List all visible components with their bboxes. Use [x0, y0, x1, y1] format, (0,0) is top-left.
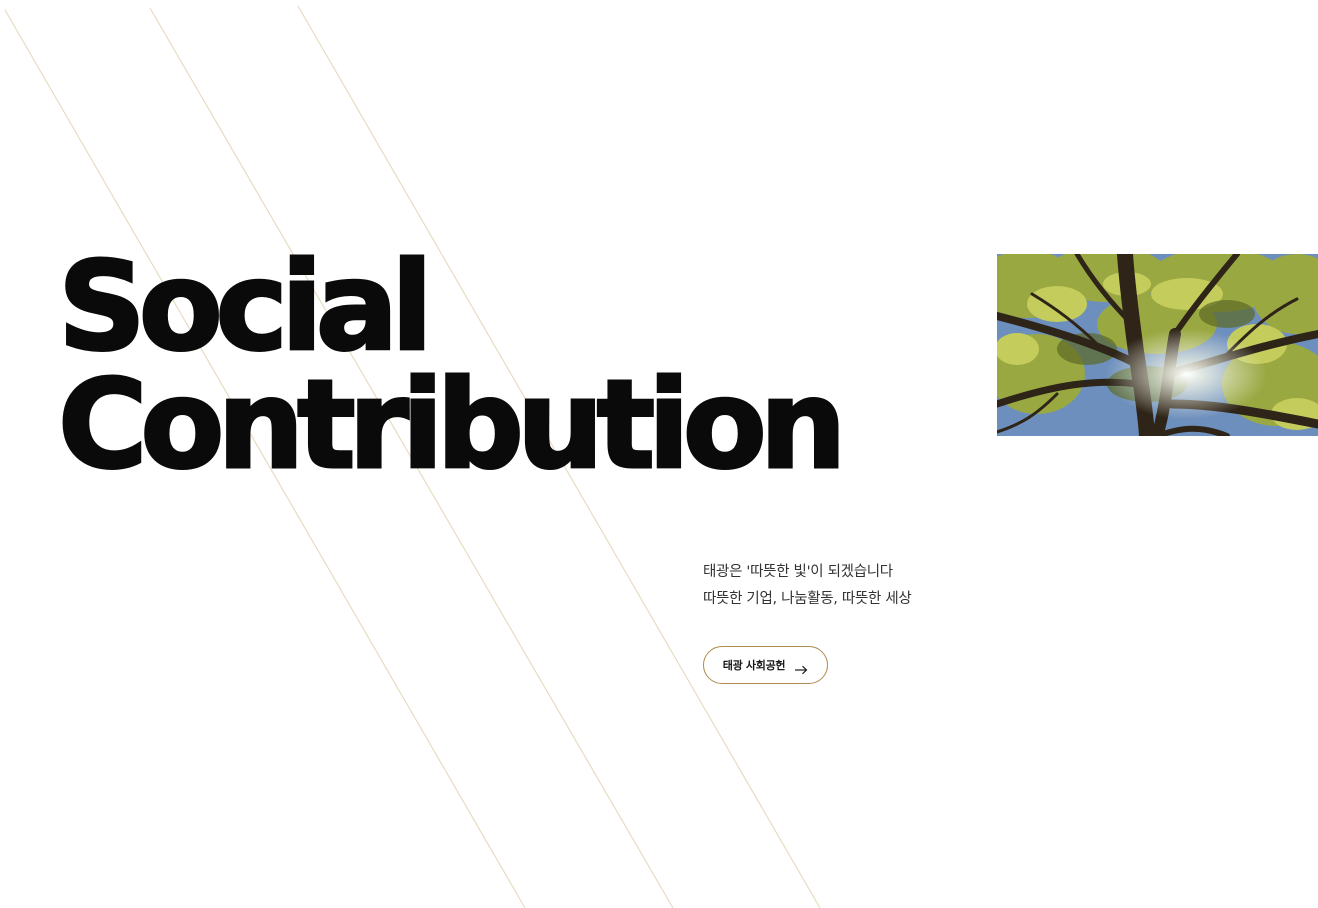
social-contribution-button[interactable]: 태광 사회공헌 — [703, 646, 828, 684]
social-contribution-section: Social Contribution 태광은 '따뜻한 빛'이 되겠습니다 따… — [0, 0, 1318, 908]
tagline-line-1: 태광은 '따뜻한 빛'이 되겠습니다 — [703, 564, 893, 580]
hero-tagline: 태광은 '따뜻한 빛'이 되겠습니다 따뜻한 기업, 나눔활동, 따뜻한 세상 — [703, 559, 912, 613]
headline-line-1: Social — [57, 236, 435, 378]
tree-canopy-photo — [997, 254, 1318, 436]
arrow-right-icon — [794, 660, 808, 675]
social-contribution-button-label: 태광 사회공헌 — [722, 659, 786, 672]
headline-line-2: Contribution — [57, 354, 848, 496]
tagline-line-2: 따뜻한 기업, 나눔활동, 따뜻한 세상 — [703, 591, 912, 607]
page-title: Social Contribution — [57, 236, 848, 496]
